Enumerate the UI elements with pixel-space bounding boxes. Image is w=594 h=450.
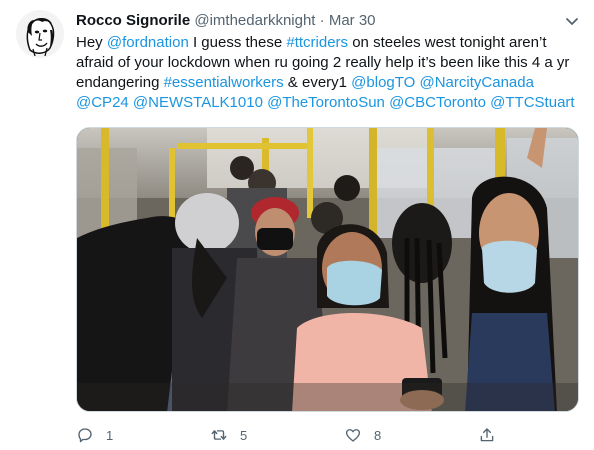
tweet-header: Rocco Signorile @imthedarkknight · Mar 3… (76, 11, 376, 31)
more-options-button[interactable] (562, 11, 582, 31)
share-icon (480, 428, 494, 442)
like-button[interactable]: 8 (344, 424, 381, 446)
mention-link[interactable]: @CP24 (76, 94, 129, 111)
tweet-text-segment: & every1 (283, 74, 352, 91)
mention-link[interactable]: @TTCStuart (490, 94, 574, 111)
retweet-icon (211, 430, 227, 440)
reply-count: 1 (106, 427, 114, 443)
mention-link[interactable]: @NEWSTALK1010 (133, 94, 263, 111)
tweet-date[interactable]: Mar 30 (329, 12, 376, 29)
hashtag-link[interactable]: #essentialworkers (164, 74, 284, 91)
mention-link[interactable]: @TheTorontoSun (267, 94, 385, 111)
author-handle[interactable]: @imthedarkknight (194, 12, 315, 29)
mention-link[interactable]: @fordnation (107, 34, 189, 51)
share-button[interactable] (478, 424, 508, 446)
tweet-text-segment: Hey (76, 34, 107, 51)
avatar[interactable] (16, 10, 64, 58)
author-name[interactable]: Rocco Signorile (76, 12, 190, 29)
hashtag-link[interactable]: #ttcriders (286, 34, 348, 51)
like-count: 8 (374, 427, 382, 443)
mention-link[interactable]: @CBCToronto (389, 94, 486, 111)
reply-icon (78, 428, 92, 443)
retweet-button[interactable]: 5 (210, 424, 247, 446)
chevron-down-icon (566, 18, 578, 25)
tweet-actions: 1 5 8 (76, 424, 496, 446)
mention-link[interactable]: @NarcityCanada (420, 74, 534, 91)
tweet-text: Hey @fordnation I guess these #ttcriders… (76, 33, 576, 113)
retweet-count: 5 (240, 427, 248, 443)
tweet-photo[interactable] (76, 127, 579, 412)
tweet-text-segment: I guess these (188, 34, 287, 51)
reply-button[interactable]: 1 (76, 424, 113, 446)
header-separator: · (319, 12, 325, 29)
tweet[interactable]: Rocco Signorile @imthedarkknight · Mar 3… (0, 0, 594, 450)
mention-link[interactable]: @blogTO (351, 74, 415, 91)
heart-icon (345, 429, 361, 442)
bus-interior-photo (77, 128, 578, 411)
avatar-illustration (16, 10, 64, 58)
